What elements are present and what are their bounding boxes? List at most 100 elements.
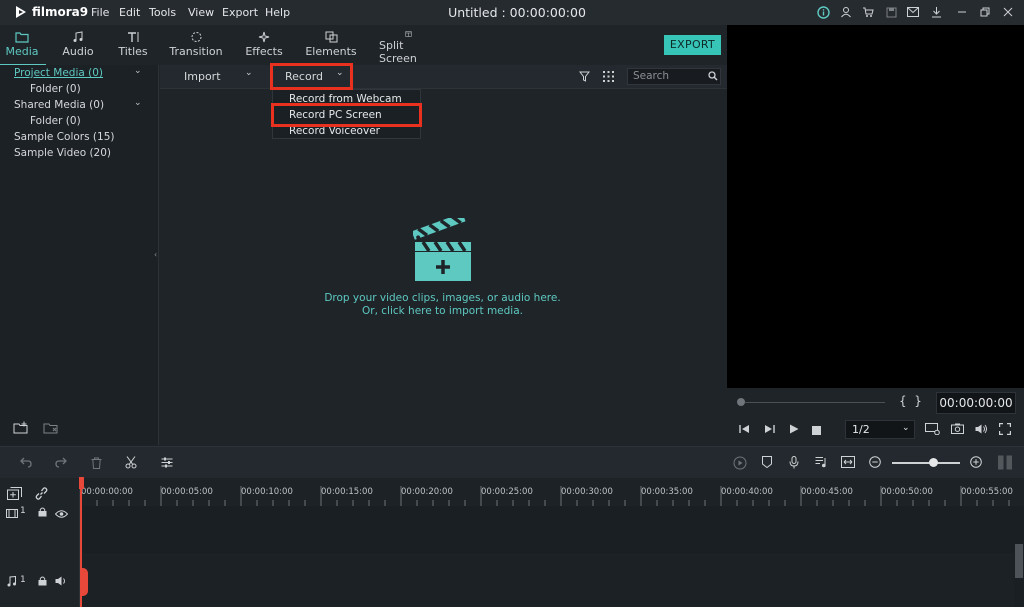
tab-titles[interactable]: Titles — [118, 31, 148, 65]
restore-icon[interactable] — [978, 5, 992, 19]
speaker-icon[interactable] — [55, 576, 67, 589]
cart-icon[interactable] — [861, 5, 875, 19]
next-frame-icon[interactable] — [764, 424, 775, 437]
sidebar-item-folder[interactable]: Folder (0) — [30, 115, 81, 127]
close-icon[interactable] — [1001, 5, 1015, 19]
lock-icon[interactable] — [38, 576, 47, 589]
video-track-icon — [6, 508, 18, 521]
playback-quality-select[interactable]: 1/2 ⌄ — [845, 420, 915, 439]
tab-label: Media — [5, 45, 39, 58]
tab-elements[interactable]: Elements — [305, 31, 357, 65]
delete-icon[interactable] — [91, 457, 102, 472]
sidebar-item-shared-media[interactable]: Shared Media (0) — [14, 99, 104, 111]
track-headers: 1 1 — [0, 478, 80, 607]
sidebar-item-sample-video[interactable]: Sample Video (20) — [14, 147, 111, 159]
import-chevron-icon[interactable]: ⌄ — [245, 68, 253, 78]
delete-folder-icon[interactable] — [43, 421, 59, 438]
playback-quality-value: 1/2 — [852, 423, 870, 436]
microphone-icon[interactable] — [789, 456, 799, 472]
timeline-toolbar — [0, 446, 1024, 478]
timeline-scrollbar[interactable] — [1014, 506, 1024, 607]
playhead-bottom-handle[interactable] — [80, 568, 88, 596]
volume-icon[interactable] — [975, 424, 988, 437]
preview-scrubber-handle[interactable] — [737, 398, 745, 406]
preview-window — [727, 25, 1024, 388]
mail-icon[interactable] — [906, 5, 920, 19]
tab-effects[interactable]: Effects — [245, 31, 283, 65]
sidebar-item-folder[interactable]: Folder (0) — [30, 83, 81, 95]
eye-icon[interactable] — [54, 508, 69, 521]
playhead[interactable] — [79, 477, 88, 607]
redo-icon[interactable] — [55, 457, 67, 471]
drop-hint-line1: Drop your video clips, images, or audio … — [324, 292, 561, 304]
info-icon[interactable] — [816, 5, 830, 19]
search-input[interactable]: Search — [627, 68, 721, 85]
timeline-ruler[interactable]: 00:00:00:00 00:00:05:00 00:00:10:00 00:00:1… — [80, 478, 1024, 506]
play-icon[interactable] — [789, 424, 799, 437]
zoom-slider-handle[interactable] — [929, 458, 938, 467]
undo-icon[interactable] — [20, 457, 32, 471]
audio-track-lane[interactable] — [80, 555, 1014, 607]
ruler-tick-label: 00:00:25:00 — [481, 487, 533, 497]
link-icon[interactable] — [35, 487, 48, 503]
minimize-icon[interactable] — [955, 5, 969, 19]
tab-audio[interactable]: Audio — [62, 31, 94, 65]
search-icon[interactable] — [708, 71, 718, 84]
tab-label: Transition — [169, 45, 223, 58]
fit-timeline-icon[interactable] — [841, 456, 855, 471]
tab-media[interactable]: Media — [5, 31, 39, 65]
chevron-down-icon[interactable]: ⌄ — [134, 98, 142, 108]
previous-frame-icon[interactable] — [739, 424, 750, 437]
media-sidebar: Project Media (0) ⌄ Folder (0) Shared Me… — [0, 65, 159, 445]
import-button[interactable]: Import — [184, 70, 221, 83]
video-track-lane[interactable] — [80, 506, 1014, 554]
ruler-tick-label: 00:00:00:00 — [81, 487, 133, 497]
zoom-slider-track[interactable] — [892, 462, 960, 464]
audio-track-icon — [7, 575, 16, 590]
scrollbar-thumb[interactable] — [1015, 544, 1023, 578]
account-icon[interactable] — [839, 5, 853, 19]
pause-layout-icon[interactable] — [997, 455, 1013, 473]
zoom-in-icon[interactable] — [970, 456, 982, 471]
clapperboard-add-icon[interactable] — [411, 212, 473, 285]
preview-controls: { } 00:00:00:00 1/2 ⌄ — [727, 388, 1024, 445]
download-icon[interactable] — [929, 5, 943, 19]
drop-hint-line2: Or, click here to import media. — [362, 305, 523, 317]
elements-icon — [325, 31, 337, 43]
ruler-tick-label: 00:00:30:00 — [561, 487, 613, 497]
grid-view-icon[interactable] — [603, 71, 614, 85]
collapse-arrow-icon[interactable]: ‹ — [154, 250, 157, 259]
cut-icon[interactable] — [125, 456, 137, 472]
adjust-icon[interactable] — [161, 457, 173, 471]
tab-label: Elements — [305, 45, 357, 58]
audio-mixer-icon[interactable] — [815, 456, 827, 471]
fullscreen-icon[interactable] — [998, 422, 1012, 438]
sidebar-item-project-media[interactable]: Project Media (0) — [14, 67, 103, 79]
ruler-tick-label: 00:00:20:00 — [401, 487, 453, 497]
tab-transition[interactable]: Transition — [169, 31, 223, 65]
ruler-tick-label: 00:00:05:00 — [161, 487, 213, 497]
stop-icon[interactable] — [812, 425, 821, 438]
filter-icon[interactable] — [578, 71, 591, 85]
export-button[interactable]: EXPORT — [664, 35, 721, 55]
media-toolbar: Import ⌄ Record ⌄ Search — [160, 65, 727, 89]
zoom-out-icon[interactable] — [869, 456, 881, 471]
playhead-top-handle[interactable] — [79, 477, 84, 489]
lock-icon[interactable] — [38, 507, 47, 520]
mark-in-out-icon[interactable]: { } — [899, 394, 922, 408]
render-preview-icon[interactable] — [733, 456, 747, 473]
transition-icon — [191, 32, 201, 42]
sidebar-item-sample-colors[interactable]: Sample Colors (15) — [14, 131, 114, 143]
tab-label: Audio — [62, 45, 94, 58]
tab-split-screen[interactable]: Split Screen — [379, 31, 437, 65]
marker-icon[interactable] — [762, 456, 772, 471]
ruler-tick-label: 00:00:35:00 — [641, 487, 693, 497]
snapshot-icon[interactable] — [951, 423, 964, 437]
new-folder-icon[interactable] — [13, 421, 29, 438]
display-settings-icon[interactable] — [925, 423, 940, 438]
save-icon[interactable] — [884, 5, 898, 19]
add-track-icon[interactable] — [7, 487, 22, 503]
chevron-down-icon[interactable]: ⌄ — [134, 66, 142, 76]
preview-progress-bar[interactable] — [745, 402, 885, 403]
drop-hint[interactable]: Drop your video clips, images, or audio … — [300, 292, 585, 318]
